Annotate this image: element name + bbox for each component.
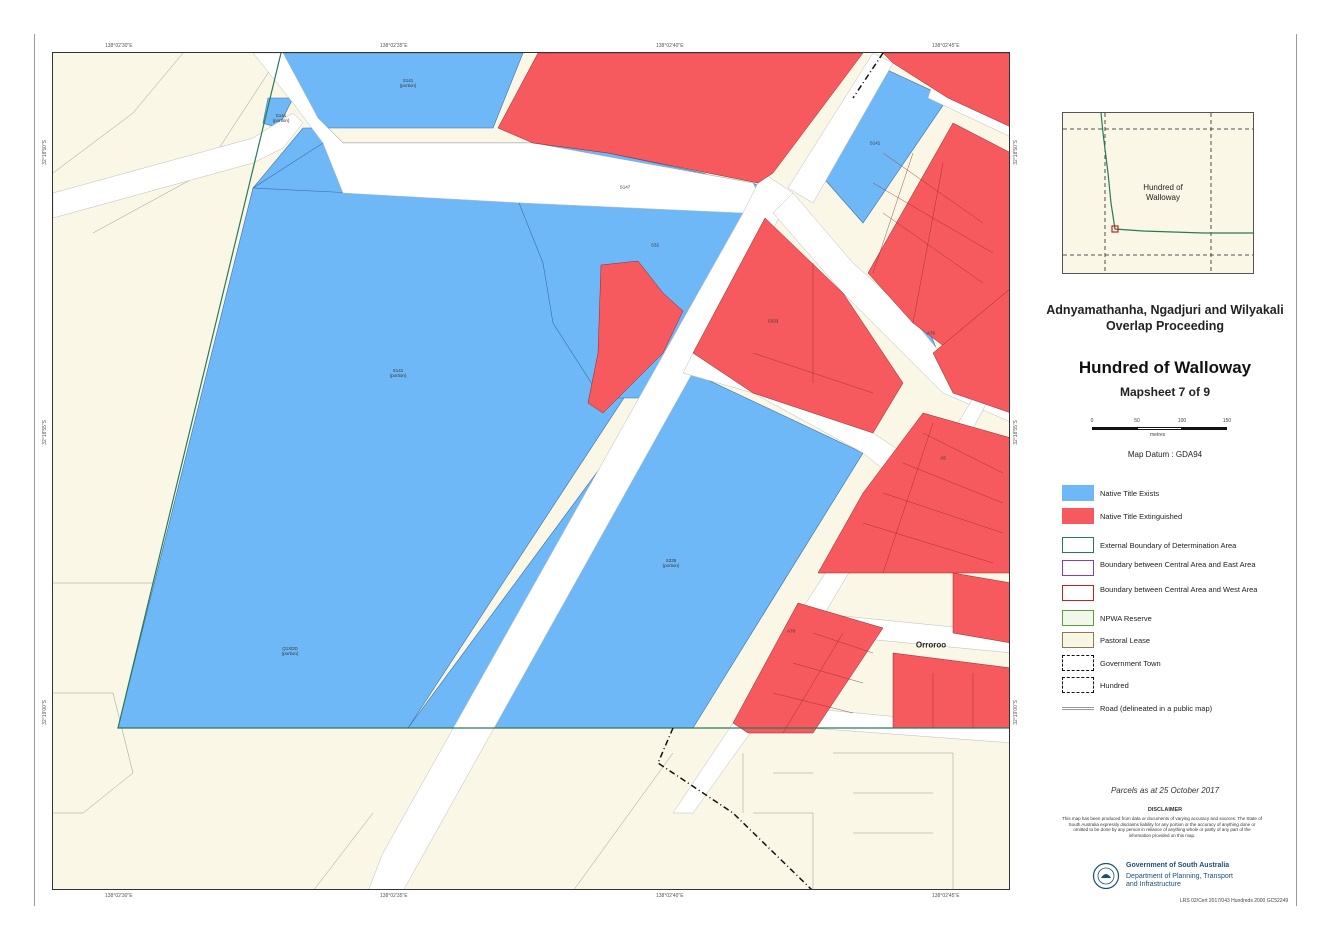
legend-label: Hundred — [1100, 681, 1129, 690]
disclaimer-text: This map has been produced from data or … — [1062, 816, 1262, 838]
coord-right-1: 32°18'50"S — [1013, 140, 1019, 165]
legend-item-external-boundary: External Boundary of Determination Area — [1062, 537, 1292, 555]
sheet-border-right — [1296, 34, 1297, 906]
coord-bottom-4: 138°02'45"E — [932, 893, 960, 899]
legend-item-native-title-extinguished: Native Title Extinguished — [1062, 508, 1292, 526]
legend-panel: Hundred of Walloway Adnyamathanha, Ngadj… — [1040, 52, 1290, 892]
legend-label: Native Title Exists — [1100, 489, 1160, 498]
scale-bar: 0 50 100 150 metres — [1090, 418, 1232, 438]
coord-bottom-1: 138°02'30"E — [105, 893, 133, 899]
coord-left-2: 32°18'55"S — [42, 420, 48, 445]
scale-tick: 50 — [1134, 418, 1140, 424]
legend-item-road: Road (delineated in a public map) — [1062, 700, 1292, 718]
legend-label: External Boundary of Determination Area — [1100, 541, 1237, 550]
parcel-label: S141 — [869, 140, 881, 146]
sheet-border-left — [34, 34, 35, 906]
coord-top-2: 138°02'35"E — [380, 43, 408, 49]
scale-tick: 100 — [1177, 418, 1187, 424]
legend-label: Boundary between Central Area and West A… — [1100, 585, 1258, 594]
scale-segment — [1092, 427, 1137, 430]
coord-right-3: 32°19'00"S — [1013, 700, 1019, 725]
parcel-label: S32 — [650, 242, 660, 248]
inset-hundred-label: Hundred of Walloway — [1143, 183, 1183, 202]
coord-right-2: 32°18'55"S — [1013, 420, 1019, 445]
sheet-subtitle: Mapsheet 7 of 9 — [1119, 385, 1211, 399]
map-svg — [53, 53, 1009, 889]
legend-swatch — [1062, 537, 1094, 553]
parcel-label: A5 — [940, 455, 946, 461]
parcel-label: S333 — [767, 318, 779, 324]
coord-left-3: 32°19'00"S — [42, 700, 48, 725]
legend-swatch — [1062, 610, 1094, 626]
parcel-label: A78 — [786, 628, 796, 634]
legend-item-pastoral-lease: Pastoral Lease — [1062, 632, 1292, 650]
legend-label: Pastoral Lease — [1100, 636, 1151, 645]
disclaimer-title: DISCLAIMER — [1147, 807, 1183, 813]
parcel-label: S147 — [619, 184, 631, 190]
parcel-label: Q1XDD (portion) — [281, 646, 299, 656]
legend-item-central-east-boundary: Boundary between Central Area and East A… — [1062, 560, 1292, 578]
legend-item-hundred: Hundred — [1062, 677, 1292, 695]
legend-item-central-west-boundary: Boundary between Central Area and West A… — [1062, 585, 1292, 603]
coord-bottom-3: 138°02'40"E — [656, 893, 684, 899]
parcel-label: A76 — [926, 330, 936, 336]
legend-swatch — [1062, 707, 1094, 710]
reference-code: LRS 02/Cert 2017/043 Hundreds 2000 GC522… — [1180, 898, 1289, 904]
map-sheet: 138°02'30"E 138°02'35"E 138°02'40"E 138°… — [0, 0, 1330, 940]
map-canvas[interactable]: S141 (portion) S141 (portion) S147 S141 (po… — [52, 52, 1010, 890]
coord-top-1: 138°02'30"E — [105, 43, 133, 49]
legend-swatch — [1062, 677, 1094, 693]
legend-label: NPWA Reserve — [1100, 614, 1152, 623]
scale-segment — [1137, 427, 1182, 430]
legend-swatch — [1062, 508, 1094, 524]
parcel-label: S141 (portion) — [272, 113, 290, 123]
government-logo-icon — [1092, 862, 1120, 890]
inset-locality-map: Hundred of Walloway — [1062, 112, 1254, 274]
parcel-label: S335 (portion) — [662, 558, 680, 568]
map-datum: Map Datum : GDA94 — [1127, 450, 1203, 459]
scale-tick: 150 — [1222, 418, 1232, 424]
legend-swatch — [1062, 585, 1094, 601]
legend-label: Boundary between Central Area and East A… — [1100, 560, 1256, 569]
legend-label: Native Title Extinguished — [1100, 512, 1183, 521]
government-name: Government of South Australia — [1126, 862, 1230, 869]
legend-swatch — [1062, 485, 1094, 501]
legend-label: Government Town — [1100, 659, 1161, 668]
legend-label: Road (delineated in a public map) — [1100, 704, 1213, 713]
legend-item-npwa-reserve: NPWA Reserve — [1062, 610, 1292, 628]
sheet-title: Hundred of Walloway — [1078, 358, 1252, 377]
department-name: Department of Planning, Transport and In… — [1126, 873, 1234, 888]
legend-swatch — [1062, 655, 1094, 671]
legend-swatch — [1062, 632, 1094, 648]
legend-item-native-title-exists: Native Title Exists — [1062, 485, 1292, 503]
legend-item-government-town: Government Town — [1062, 655, 1292, 673]
coord-top-4: 138°02'45"E — [932, 43, 960, 49]
coord-left-1: 32°18'50"S — [42, 140, 48, 165]
parcel-label: S141 (portion) — [399, 78, 417, 88]
parcel-label: S141 (portion) — [389, 368, 407, 378]
coord-bottom-2: 138°02'35"E — [380, 893, 408, 899]
proceeding-title: Adnyamathanha, Ngadjuri and Wilyakali Ov… — [1046, 303, 1284, 333]
legend-swatch — [1062, 560, 1094, 576]
scale-segment — [1182, 427, 1227, 430]
scale-unit: metres — [1150, 432, 1166, 438]
town-name-label: Orroroo — [915, 640, 947, 650]
coord-top-3: 138°02'40"E — [656, 43, 684, 49]
parcels-date: Parcels as at 25 October 2017 — [1110, 786, 1220, 795]
scale-tick: 0 — [1090, 418, 1094, 424]
